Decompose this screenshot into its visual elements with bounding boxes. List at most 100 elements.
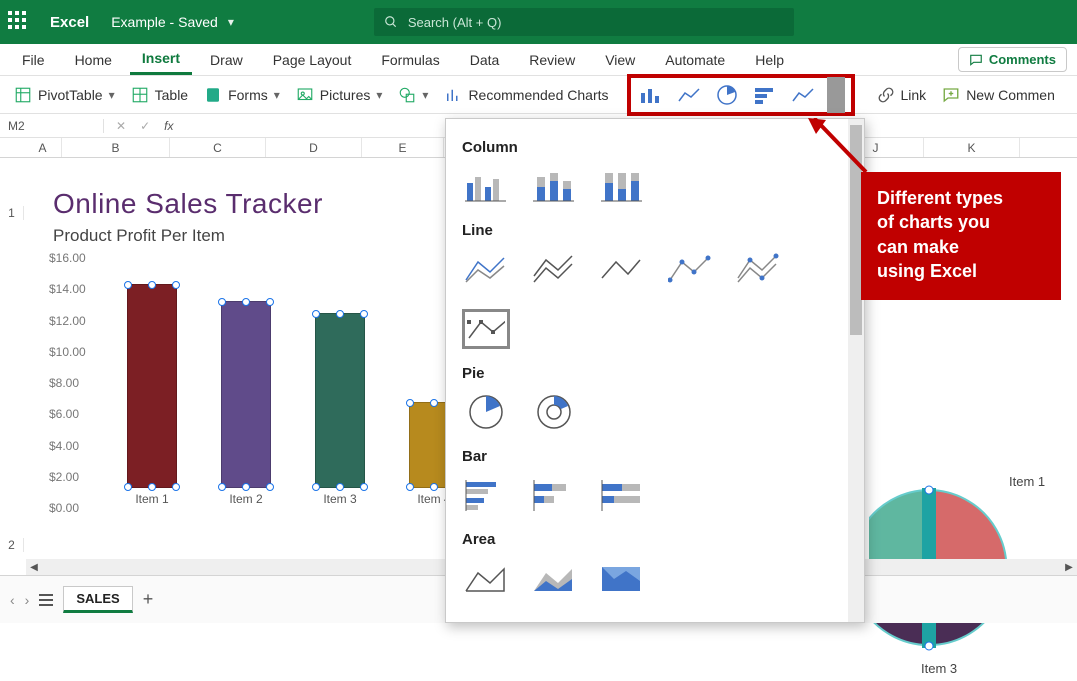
doughnut-icon[interactable] (530, 392, 578, 432)
new-comment-icon (942, 86, 960, 104)
line-icon[interactable] (462, 249, 510, 289)
stacked-bar-icon[interactable] (530, 475, 578, 515)
area-icon[interactable] (462, 558, 510, 598)
document-name[interactable]: Example - Saved (111, 14, 218, 30)
tab-page-layout[interactable]: Page Layout (261, 46, 364, 74)
clustered-column-icon[interactable] (462, 166, 510, 206)
row-header[interactable]: 2 (0, 538, 24, 552)
callout-text: of charts you (877, 210, 1045, 234)
table-icon (131, 86, 149, 104)
pivottable-button[interactable]: PivotTable ▾ (14, 86, 115, 104)
chart-bar[interactable] (127, 284, 177, 488)
y-tick: $6.00 (49, 407, 79, 421)
forms-button[interactable]: Forms ▾ (204, 86, 280, 104)
table-button[interactable]: Table (131, 86, 188, 104)
add-sheet-button[interactable]: + (143, 589, 154, 610)
insert-toolbar: PivotTable ▾ Table Forms ▾ Pictures ▾ ▾ … (0, 76, 1077, 114)
embedded-bar-chart[interactable]: Online Sales Tracker Product Profit Per … (35, 180, 445, 550)
tab-help[interactable]: Help (743, 46, 796, 74)
tab-home[interactable]: Home (63, 46, 124, 74)
recommended-charts-button[interactable]: Recommended Charts (444, 86, 608, 104)
stacked-area-icon[interactable] (530, 558, 578, 598)
pictures-label: Pictures (320, 87, 371, 103)
y-tick: $2.00 (49, 470, 79, 484)
y-tick: $10.00 (49, 345, 86, 359)
chevron-down-icon[interactable]: ▾ (228, 15, 234, 29)
clustered-bar-icon[interactable] (462, 475, 510, 515)
more-charts-dropdown[interactable] (827, 77, 845, 113)
new-comment-label: New Commen (966, 87, 1055, 103)
pictures-button[interactable]: Pictures ▾ (296, 86, 383, 104)
col-header[interactable]: C (170, 138, 266, 157)
ribbon-tabs: File Home Insert Draw Page Layout Formul… (0, 44, 1077, 76)
scroll-left-icon[interactable]: ◀ (26, 559, 42, 575)
app-launcher-icon[interactable] (8, 11, 30, 33)
row-header[interactable]: 1 (0, 206, 24, 220)
callout-text: can make (877, 235, 1045, 259)
tab-automate[interactable]: Automate (653, 46, 737, 74)
search-box[interactable]: Search (Alt + Q) (374, 8, 794, 36)
chevron-down-icon: ▾ (109, 88, 115, 102)
tab-draw[interactable]: Draw (198, 46, 255, 74)
col-header[interactable]: E (362, 138, 444, 157)
accept-icon[interactable]: ✓ (140, 119, 150, 133)
stacked-line-100-icon[interactable] (598, 249, 646, 289)
comments-button[interactable]: Comments (958, 47, 1067, 72)
tab-formulas[interactable]: Formulas (369, 46, 451, 74)
chart-plot-area: $16.00 $14.00 $12.00 $10.00 $8.00 $6.00 … (49, 258, 444, 508)
line-chart-icon[interactable] (675, 84, 703, 106)
tab-review[interactable]: Review (517, 46, 587, 74)
chart-type-gallery (627, 74, 855, 116)
chart-bar[interactable] (221, 301, 271, 488)
stacked-column-100-icon[interactable] (598, 166, 646, 206)
col-header[interactable]: D (266, 138, 362, 157)
fx-label[interactable]: fx (164, 119, 173, 133)
tab-data[interactable]: Data (458, 46, 512, 74)
line-markers-icon[interactable] (666, 249, 714, 289)
forms-label: Forms (228, 87, 268, 103)
all-sheets-icon[interactable] (39, 594, 53, 606)
chart-bar[interactable] (315, 313, 365, 488)
bar-chart-icon[interactable] (751, 84, 779, 106)
stacked-bar-100-icon[interactable] (598, 475, 646, 515)
tab-view[interactable]: View (593, 46, 647, 74)
cancel-icon[interactable]: ✕ (116, 119, 126, 133)
stacked-line-icon[interactable] (530, 249, 578, 289)
name-box[interactable]: M2 (0, 119, 104, 133)
shapes-button[interactable]: ▾ (398, 86, 428, 104)
tab-file[interactable]: File (10, 46, 57, 74)
scroll-right-icon[interactable]: ▶ (1061, 559, 1077, 575)
tab-insert[interactable]: Insert (130, 44, 192, 75)
comments-label: Comments (989, 52, 1056, 67)
stacked-line-markers-icon[interactable] (734, 249, 782, 289)
stacked-line-100-markers-icon[interactable] (462, 309, 510, 349)
new-comment-button[interactable]: New Commen (942, 86, 1055, 104)
section-column: Column (462, 139, 848, 156)
stacked-area-100-icon[interactable] (598, 558, 646, 598)
y-tick: $0.00 (49, 501, 79, 515)
chevron-down-icon: ▾ (376, 88, 382, 102)
callout-text: using Excel (877, 259, 1045, 283)
pivot-label: PivotTable (38, 87, 103, 103)
stacked-column-icon[interactable] (530, 166, 578, 206)
col-header[interactable]: K (924, 138, 1020, 157)
chart-title: Online Sales Tracker (53, 188, 445, 220)
chart-icon (444, 86, 462, 104)
sheet-nav-prev-icon[interactable]: ‹ (10, 592, 15, 608)
pie-icon[interactable] (462, 392, 510, 432)
sheet-nav-next-icon[interactable]: › (25, 592, 30, 608)
area-chart-icon[interactable] (789, 84, 817, 106)
col-header[interactable]: B (62, 138, 170, 157)
section-area: Area (462, 531, 848, 548)
col-header[interactable]: A (24, 138, 62, 157)
y-tick: $14.00 (49, 282, 86, 296)
pictures-icon (296, 86, 314, 104)
link-button[interactable]: Link (877, 86, 927, 104)
shapes-icon (398, 86, 416, 104)
search-placeholder: Search (Alt + Q) (408, 15, 502, 30)
column-chart-icon[interactable] (637, 84, 665, 106)
pie-chart-icon[interactable] (713, 84, 741, 106)
sheet-tab-sales[interactable]: SALES (63, 586, 132, 613)
pie-label-1: Item 1 (1009, 474, 1045, 489)
pie-label-3: Item 3 (921, 661, 957, 676)
